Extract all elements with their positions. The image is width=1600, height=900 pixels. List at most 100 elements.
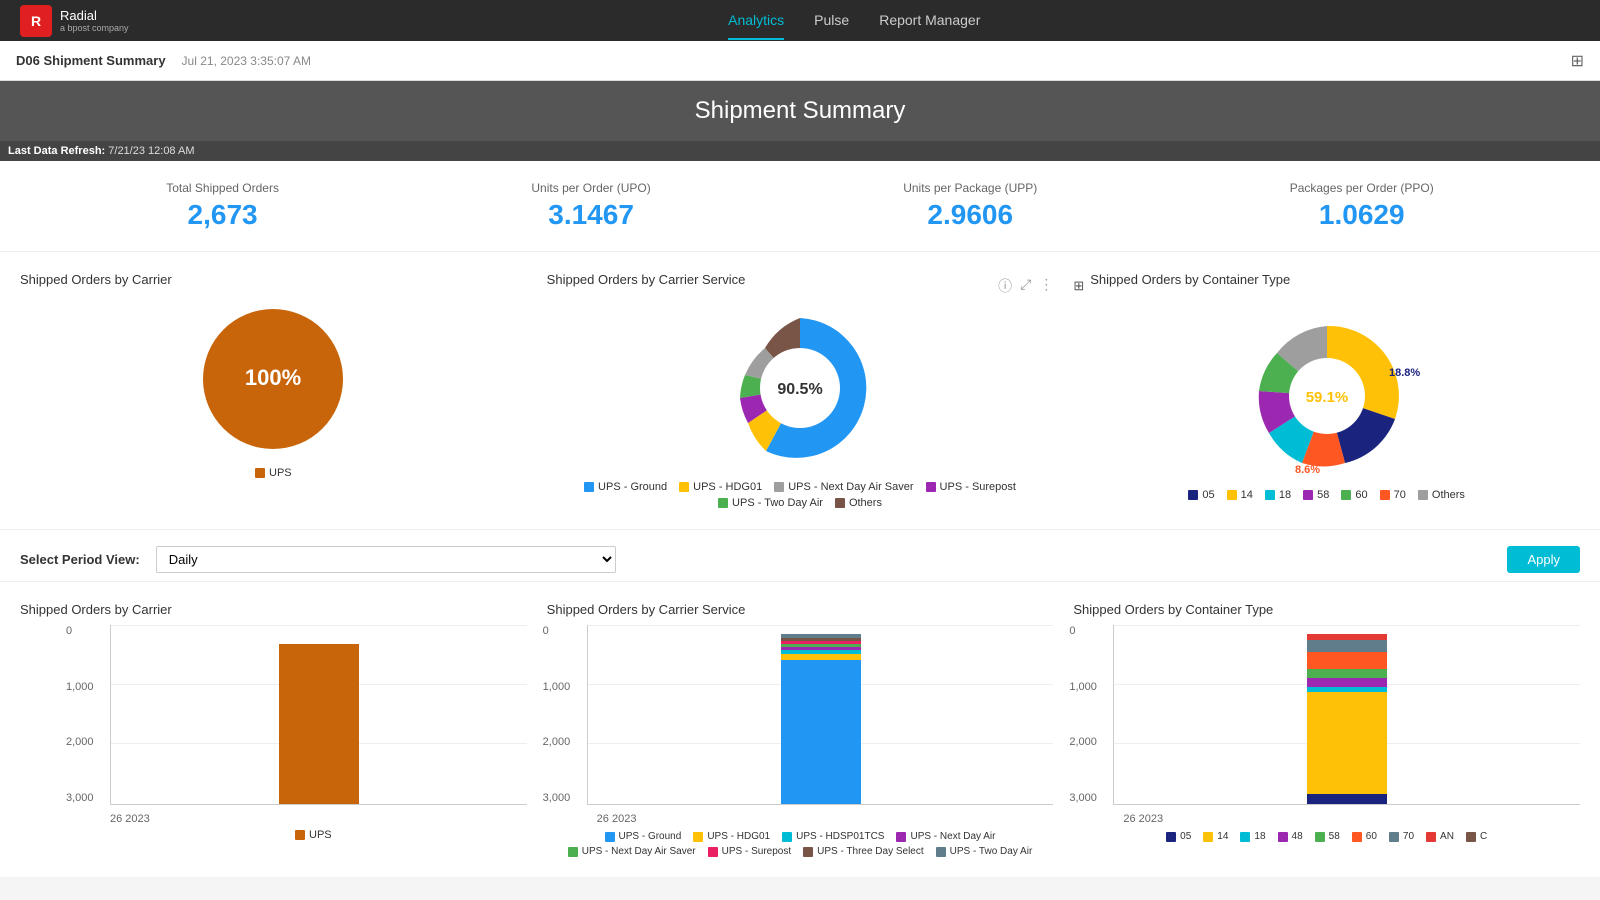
legend-others-container: Others: [1418, 489, 1465, 501]
nav-tab-pulse[interactable]: Pulse: [814, 2, 849, 40]
pie-carrier-service-legend: UPS - Ground UPS - HDG01 UPS - Next Day …: [547, 481, 1054, 509]
stack-58: [1307, 669, 1387, 678]
nav-tab-analytics[interactable]: Analytics: [728, 2, 784, 40]
bar-service-legend: UPS - Ground UPS - HDG01 UPS - HDSP01TCS…: [547, 831, 1054, 857]
bar-carrier-bars: [111, 625, 527, 804]
logo: R Radial a bpost company: [20, 5, 129, 37]
legend-ups-dot: [255, 468, 265, 478]
legend-ups-hdg01-label: UPS - HDG01: [693, 481, 762, 493]
pie-carrier-title: Shipped Orders by Carrier: [20, 272, 527, 287]
legend-ups-twoday-dot: [718, 498, 728, 508]
logo-sub: a bpost company: [60, 23, 129, 33]
y-label-0: 0: [66, 625, 94, 637]
legend-14: 14: [1227, 489, 1253, 501]
legend-ups-ground-dot: [584, 482, 594, 492]
legend-others-dot: [835, 498, 845, 508]
legend-ups-nday-saver-label: UPS - Next Day Air Saver: [788, 481, 913, 493]
legend-ups-nday-saver: UPS - Next Day Air Saver: [774, 481, 913, 493]
page-title: Shipment Summary: [16, 97, 1584, 125]
bar-container-x-label: 26 2023: [1123, 813, 1580, 825]
kpi-upo-value: 3.1467: [531, 199, 650, 231]
legend-60: 60: [1341, 489, 1367, 501]
bar-carrier-y-labels: 3,000 2,000 1,000 0: [66, 625, 94, 804]
legend-ups-ground-label: UPS - Ground: [598, 481, 667, 493]
bar-carrier-service-area: 3,000 2,000 1,000 0: [587, 625, 1054, 805]
nav-tab-report-manager[interactable]: Report Manager: [879, 2, 980, 40]
logo-icon: R: [20, 5, 52, 37]
pie-carrier-service-panel: Shipped Orders by Carrier Service ⓘ ⤢ ⋮: [547, 272, 1054, 509]
bar-carrier-service-panel: Shipped Orders by Carrier Service 3,000 …: [547, 602, 1054, 857]
subheader: D06 Shipment Summary Jul 21, 2023 3:35:0…: [0, 41, 1600, 81]
logo-name: Radial: [60, 8, 129, 24]
pie-carrier-legend: UPS: [255, 467, 292, 479]
y-label-3000: 3,000: [66, 792, 94, 804]
legend-05: 05: [1188, 489, 1214, 501]
stacked-bar-service: [781, 634, 861, 804]
legend-bar-ups: UPS: [295, 829, 332, 841]
legend-ups-surepost-dot: [926, 482, 936, 492]
legend-18: 18: [1265, 489, 1291, 501]
chart-icons: ⓘ ⤢ ⋮: [998, 276, 1053, 296]
pie-carrier-container: 100% UPS: [20, 299, 527, 479]
more-icon[interactable]: ⋮: [1039, 276, 1053, 296]
legend-ups-hdg01-dot: [679, 482, 689, 492]
bar-ups: [279, 644, 359, 804]
pie-container-container: 59.1% 18.8% 8.6% 05 14 18: [1073, 311, 1580, 501]
period-section: Select Period View: Daily Weekly Monthly…: [0, 530, 1600, 582]
info-icon[interactable]: ⓘ: [998, 276, 1012, 296]
legend-ups-nday-saver-dot: [774, 482, 784, 492]
kpi-total-shipped-value: 2,673: [166, 199, 279, 231]
bar-container-panel: Shipped Orders by Container Type 3,000 2…: [1073, 602, 1580, 857]
bar-carrier-panel: Shipped Orders by Carrier 3,000 2,000 1,…: [20, 602, 527, 857]
kpi-upp: Units per Package (UPP) 2.9606: [903, 181, 1037, 231]
period-select[interactable]: Daily Weekly Monthly: [156, 546, 616, 573]
bar-container-legend: 05 14 18 48 58 60 70 AN C: [1073, 831, 1580, 842]
legend-ups-surepost: UPS - Surepost: [926, 481, 1016, 493]
svg-text:18.8%: 18.8%: [1389, 367, 1420, 379]
bar-carrier-x-label: 26 2023: [110, 813, 527, 825]
bar-service-y-labels: 3,000 2,000 1,000 0: [543, 625, 571, 804]
pie-container-title: Shipped Orders by Container Type: [1090, 272, 1290, 287]
apply-button[interactable]: Apply: [1507, 546, 1580, 573]
pie-container-chart: 59.1% 18.8% 8.6%: [1227, 311, 1427, 481]
pie-charts-section: Shipped Orders by Carrier 100% UPS Shipp…: [0, 252, 1600, 530]
y-label-1000: 1,000: [66, 681, 94, 693]
stack-14: [1307, 692, 1387, 794]
nav-tabs: Analytics Pulse Report Manager: [728, 2, 980, 40]
kpi-ppo-value: 1.0629: [1290, 199, 1434, 231]
bar-carrier-title: Shipped Orders by Carrier: [20, 602, 527, 617]
legend-58: 58: [1303, 489, 1329, 501]
kpi-upo-label: Units per Order (UPO): [531, 181, 650, 195]
data-refresh-label: Last Data Refresh:: [8, 145, 105, 157]
svg-text:90.5%: 90.5%: [777, 381, 822, 398]
legend-others: Others: [835, 497, 882, 509]
legend-ups-surepost-label: UPS - Surepost: [940, 481, 1016, 493]
bar-container-title: Shipped Orders by Container Type: [1073, 602, 1580, 617]
kpi-upo: Units per Order (UPO) 3.1467: [531, 181, 650, 231]
bar-charts-section: Shipped Orders by Carrier 3,000 2,000 1,…: [0, 582, 1600, 877]
bar-carrier-area: 3,000 2,000 1,000 0: [110, 625, 527, 805]
subheader-title: D06 Shipment Summary: [16, 53, 166, 68]
pie-carrier-service-container: 90.5% UPS - Ground UPS - HDG01 UPS - Nex…: [547, 303, 1054, 509]
kpi-ppo: Packages per Order (PPO) 1.0629: [1290, 181, 1434, 231]
pie-carrier-service-chart: 90.5%: [710, 303, 890, 473]
svg-text:100%: 100%: [245, 365, 301, 390]
legend-ups-twoday-label: UPS - Two Day Air: [732, 497, 823, 509]
bar-carrier-service-title: Shipped Orders by Carrier Service: [547, 602, 1054, 617]
page-header: Shipment Summary: [0, 81, 1600, 141]
stack-05: [1307, 794, 1387, 804]
expand-chart-icon[interactable]: ⤢: [1020, 276, 1031, 296]
bar-ups-rect: [279, 644, 359, 804]
stack-70: [1307, 640, 1387, 652]
bar-service-x-label: 26 2023: [597, 813, 1054, 825]
data-refresh-value: 7/21/23 12:08 AM: [108, 145, 194, 157]
bar-container-y-labels: 3,000 2,000 1,000 0: [1069, 625, 1097, 804]
period-label: Select Period View:: [20, 552, 140, 567]
bar-service-bars: [588, 625, 1054, 804]
bar-container-area: 3,000 2,000 1,000 0: [1113, 625, 1580, 805]
expand-icon[interactable]: ⊞: [1571, 51, 1584, 71]
top-nav: R Radial a bpost company Analytics Pulse…: [0, 0, 1600, 41]
stack-ground: [781, 660, 861, 804]
pie-carrier-chart: 100%: [193, 299, 353, 459]
container-chart-icon: ⊞: [1073, 278, 1084, 294]
